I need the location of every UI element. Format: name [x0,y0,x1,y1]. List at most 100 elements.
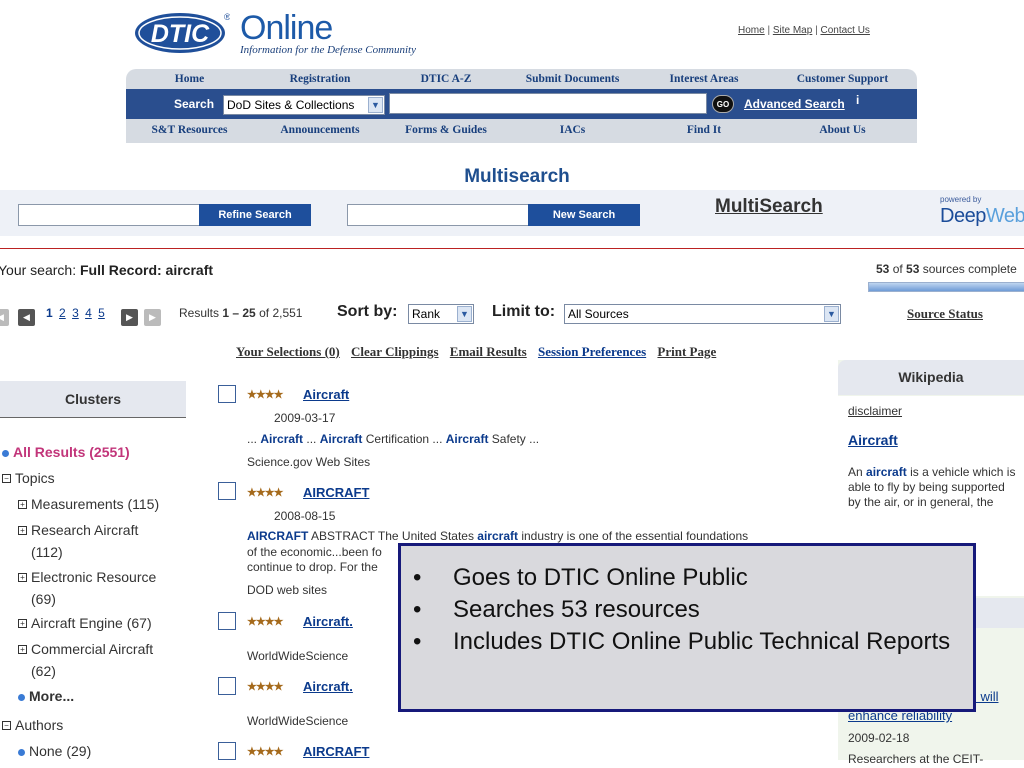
callout-item: Includes DTIC Online Public Technical Re… [413,626,973,658]
wikipedia-disclaimer-link[interactable]: disclaimer [848,404,902,418]
result-date: 2008-08-15 [274,509,336,523]
cluster-author-label: None (29) [29,743,92,759]
email-results-link[interactable]: Email Results [450,344,527,359]
cluster-topic-item[interactable]: + Electronic Resource [18,566,156,588]
dtic-logo[interactable]: DTIC ® [134,12,231,54]
next-page-icon[interactable]: ▶ [121,309,138,326]
cluster-topics[interactable]: − Topics [2,467,55,489]
go-button[interactable]: GO [712,95,734,113]
results-total: 2,551 [272,306,303,320]
limit-select[interactable]: All Sources ▼ [564,304,841,324]
print-page-link[interactable]: Print Page [657,344,716,359]
nav-about-us[interactable]: About Us [768,119,917,143]
result-checkbox[interactable] [218,482,236,500]
result-snippet-line: continue to drop. For the [247,560,378,574]
page-2[interactable]: 2 [59,306,66,320]
page-4[interactable]: 4 [85,306,92,320]
result-source: Science.gov Web Sites [247,455,371,469]
result-title[interactable]: AIRCRAFT [303,485,369,500]
top-link-home[interactable]: Home [738,25,765,36]
first-page-icon[interactable]: ◀ [0,309,9,326]
progress-fill [869,283,1024,291]
nav-forms-guides[interactable]: Forms & Guides [387,119,505,143]
info-icon[interactable]: i [856,93,859,107]
cluster-topic-label: Electronic Resource [31,569,157,585]
results-label: Results [179,306,220,320]
sources-suffix: sources complete [922,262,1017,276]
cluster-topic-count: (112) [31,544,63,560]
result-checkbox[interactable] [218,385,236,403]
cluster-more[interactable]: More... [18,685,74,707]
result-title[interactable]: Aircraft. [303,679,353,694]
page-1[interactable]: 1 [46,306,53,320]
clear-clippings-link[interactable]: Clear Clippings [351,344,439,359]
search-scope-select[interactable]: DoD Sites & Collections ▼ [223,95,385,115]
expand-icon: + [18,645,27,654]
callout-item: Goes to DTIC Online Public [413,562,973,594]
nav-customer-support[interactable]: Customer Support [768,69,917,89]
cluster-topic-label: Research Aircraft [31,522,139,538]
clusters-title: Clusters [0,381,186,418]
prev-page-icon[interactable]: ◀ [18,309,35,326]
nav-registration[interactable]: Registration [253,69,387,89]
result-checkbox[interactable] [218,677,236,695]
nav-dtic-a-z[interactable]: DTIC A-Z [387,69,505,89]
nav-st-resources[interactable]: S&T Resources [126,119,253,143]
nav-submit-documents[interactable]: Submit Documents [505,69,640,89]
cluster-topic-item[interactable]: + Research Aircraft [18,519,138,541]
cluster-all-results[interactable]: All Results (2551) [2,441,130,463]
top-link-sitemap[interactable]: Site Map [773,25,812,36]
result-source: WorldWideScience [247,714,349,728]
advanced-search-link[interactable]: Advanced Search [744,97,845,111]
deepweb-logo[interactable]: DeepWeb [940,205,1024,228]
bullet-icon [18,693,25,701]
brand: Online Information for the Defense Commu… [240,10,416,56]
result-title[interactable]: Aircraft [303,387,349,402]
result-checkbox[interactable] [218,742,236,760]
search-scope-value: DoD Sites & Collections [227,98,355,112]
your-selections-link[interactable]: Your Selections (0) [236,344,340,359]
wikipedia-lower-date: 2009-02-18 [848,731,910,745]
cluster-authors[interactable]: − Authors [2,714,63,736]
limit-label: Limit to: [492,303,556,320]
top-links: Home | Site Map | Contact Us [738,25,870,36]
nav-find-it[interactable]: Find It [640,119,768,143]
cluster-authors-label: Authors [15,717,64,733]
cluster-topic-label: Commercial Aircraft [31,641,154,657]
refine-search-input[interactable] [18,204,200,226]
results-info: Results 1 – 25 of 2,551 [179,306,302,320]
nav-home[interactable]: Home [126,69,253,89]
cluster-topic-item[interactable]: + Measurements (115) [18,493,159,515]
search-label: Search [174,97,215,111]
top-search-input[interactable] [389,93,707,114]
svg-text:®: ® [224,12,230,22]
page-3[interactable]: 3 [72,306,79,320]
new-search-input[interactable] [347,204,529,226]
result-title[interactable]: AIRCRAFT [303,744,369,759]
new-search-button[interactable]: New Search [528,204,640,226]
cluster-topic-item[interactable]: + Commercial Aircraft [18,638,153,660]
multisearch-logo[interactable]: MultiSearch [715,196,823,218]
nav-announcements[interactable]: Announcements [253,119,387,143]
refine-search-button[interactable]: Refine Search [199,204,311,226]
session-preferences-link[interactable]: Session Preferences [538,344,646,359]
nav-interest-areas[interactable]: Interest Areas [640,69,768,89]
cluster-topic-item[interactable]: + Aircraft Engine (67) [18,612,152,634]
last-page-icon[interactable]: ▶ [144,309,161,326]
expand-icon: + [18,526,27,535]
cluster-topic-count: (69) [31,591,56,607]
cluster-author-item[interactable]: None (29) [18,740,91,762]
nav-iacs[interactable]: IACs [505,119,640,143]
page-5[interactable]: 5 [98,306,105,320]
result-title[interactable]: Aircraft. [303,614,353,629]
bullet-icon [2,449,9,457]
result-source: DOD web sites [247,583,328,597]
bullet-icon [18,748,25,756]
sort-select[interactable]: Rank ▼ [408,304,474,324]
result-checkbox[interactable] [218,612,236,630]
source-status-link[interactable]: Source Status [907,306,983,322]
top-link-contact[interactable]: Contact Us [820,25,869,36]
wikipedia-text-bold: aircraft [866,465,907,479]
wikipedia-article-title[interactable]: Aircraft [848,432,898,448]
brand-tagline: Information for the Defense Community [240,44,416,56]
